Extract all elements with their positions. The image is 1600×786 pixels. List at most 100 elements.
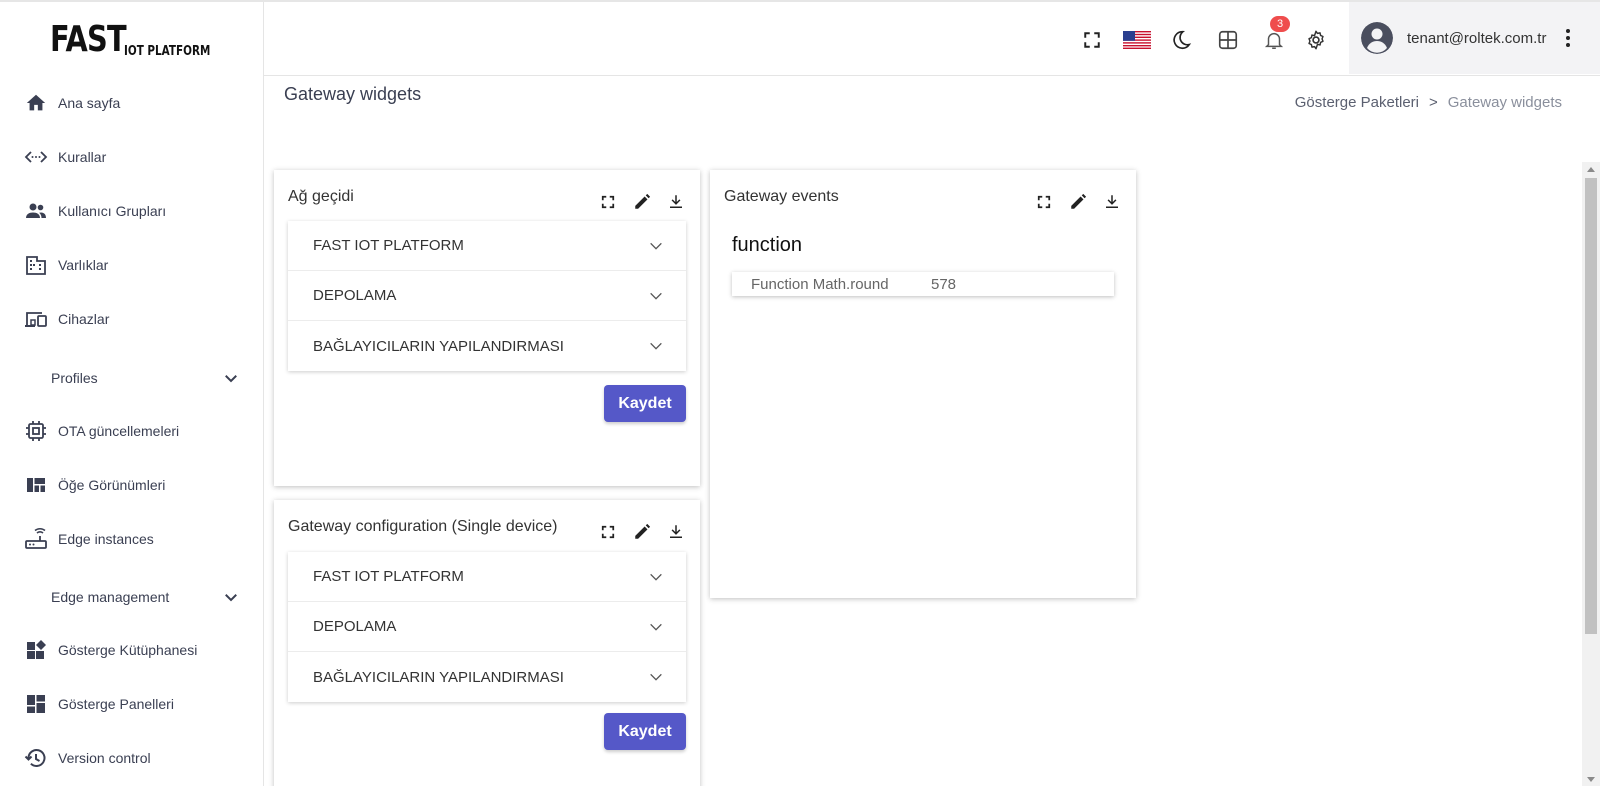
fullscreen-icon[interactable] xyxy=(598,192,618,212)
sidebar-item-label: OTA güncellemeleri xyxy=(58,423,180,439)
fullscreen-icon[interactable] xyxy=(1080,28,1104,52)
accordion-section-label: DEPOLAMA xyxy=(313,618,397,635)
sidebar-item-label: Cihazlar xyxy=(58,311,110,327)
breadcrumb-current: Gateway widgets xyxy=(1447,94,1562,111)
settings-gear-icon[interactable] xyxy=(1304,28,1328,52)
accordion-section-fast-iot[interactable]: FAST IOT PLATFORM xyxy=(288,552,686,602)
sidebar-item-label: Version control xyxy=(58,750,151,766)
sidebar-item-devices[interactable]: Cihazlar xyxy=(0,299,264,339)
widget-toolbar xyxy=(598,192,686,212)
chevron-down-icon xyxy=(650,342,662,350)
top-bar: 3 tenant@roltek.com.tr xyxy=(264,2,1600,76)
view-quilt-icon xyxy=(24,473,48,497)
event-row: Function Math.round 578 xyxy=(732,272,1114,296)
edit-pencil-icon[interactable] xyxy=(632,192,652,212)
dashboard-icon xyxy=(24,692,48,716)
edit-pencil-icon[interactable] xyxy=(1068,192,1088,212)
sidebar-item-dashboards[interactable]: Gösterge Panelleri xyxy=(0,684,264,724)
chevron-down-icon xyxy=(650,673,662,681)
sidebar-item-version-control[interactable]: Version control xyxy=(0,738,264,778)
widget-title: Gateway configuration (Single device) xyxy=(288,518,558,535)
user-group-icon xyxy=(24,199,48,223)
notification-count-badge: 3 xyxy=(1270,16,1290,32)
user-email: tenant@roltek.com.tr xyxy=(1407,29,1547,47)
sidebar-item-widget-library[interactable]: Gösterge Kütüphanesi xyxy=(0,630,264,670)
widgets-icon xyxy=(24,638,48,662)
sidebar-item-label: Varlıklar xyxy=(58,257,109,273)
sidebar-item-user-groups[interactable]: Kullanıcı Grupları xyxy=(0,191,264,231)
chevron-down-icon xyxy=(650,242,662,250)
download-icon[interactable] xyxy=(666,192,686,212)
sidebar-item-label: Ana sayfa xyxy=(58,95,121,111)
accordion-list: FAST IOT PLATFORM DEPOLAMA BAĞLAYICILARI… xyxy=(288,552,686,702)
chip-icon xyxy=(24,419,48,443)
router-icon xyxy=(24,527,48,551)
avatar-icon xyxy=(1361,22,1393,54)
breadcrumb-parent-link[interactable]: Gösterge Paketleri xyxy=(1295,94,1419,111)
widget-gateway-events: Gateway events function Function Math.ro… xyxy=(710,170,1136,598)
sidebar-item-entity-views[interactable]: Öğe Görünümleri xyxy=(0,465,264,505)
breadcrumb: Gösterge Paketleri > Gateway widgets xyxy=(1295,94,1562,111)
logo-text-small: IOT PLATFORM xyxy=(123,44,211,59)
home-icon xyxy=(24,91,48,115)
sidebar-group-edge-management[interactable]: Edge management xyxy=(0,577,264,617)
accordion-section-connectors[interactable]: BAĞLAYICILARIN YAPILANDIRMASI xyxy=(288,321,686,371)
save-button[interactable]: Kaydet xyxy=(604,713,686,750)
page-title: Gateway widgets xyxy=(284,84,422,104)
building-icon xyxy=(24,253,48,277)
sidebar-item-home[interactable]: Ana sayfa xyxy=(0,83,264,123)
widget-title: Gateway events xyxy=(724,188,839,205)
accordion-section-fast-iot[interactable]: FAST IOT PLATFORM xyxy=(288,221,686,271)
fullscreen-icon[interactable] xyxy=(1034,192,1054,212)
chevron-down-icon xyxy=(650,573,662,581)
sidebar-item-label: Kullanıcı Grupları xyxy=(58,203,167,219)
accordion-section-depolama[interactable]: DEPOLAMA xyxy=(288,602,686,652)
sidebar-item-assets[interactable]: Varlıklar xyxy=(0,245,264,285)
user-menu[interactable]: tenant@roltek.com.tr xyxy=(1349,2,1600,74)
accordion-section-label: FAST IOT PLATFORM xyxy=(313,237,464,254)
apps-grid-icon[interactable] xyxy=(1216,28,1240,52)
sidebar-item-label: Edge instances xyxy=(58,531,154,547)
scrollbar-thumb[interactable] xyxy=(1585,178,1597,634)
accordion-section-label: FAST IOT PLATFORM xyxy=(313,568,464,585)
sidebar-item-ota-updates[interactable]: OTA güncellemeleri xyxy=(0,411,264,451)
download-icon[interactable] xyxy=(1102,192,1122,212)
event-value: 578 xyxy=(931,275,957,293)
chevron-down-icon xyxy=(225,594,237,602)
download-icon[interactable] xyxy=(666,522,686,542)
accordion-list: FAST IOT PLATFORM DEPOLAMA BAĞLAYICILARI… xyxy=(288,221,686,371)
sidebar-item-label: Gösterge Panelleri xyxy=(58,696,174,712)
devices-icon xyxy=(24,307,48,331)
more-vert-icon[interactable] xyxy=(1558,26,1578,50)
chevron-down-icon xyxy=(650,623,662,631)
widget-ag-gecidi: Ağ geçidi FAST IOT PLATFORM DEPOLAMA BAĞ… xyxy=(274,170,700,486)
vertical-scrollbar[interactable] xyxy=(1582,162,1600,786)
accordion-section-label: BAĞLAYICILARIN YAPILANDIRMASI xyxy=(313,337,564,355)
scroll-up-arrow-icon[interactable] xyxy=(1586,165,1596,173)
event-key: Function Math.round xyxy=(751,275,889,293)
accordion-section-depolama[interactable]: DEPOLAMA xyxy=(288,271,686,321)
sidebar-group-label: Profiles xyxy=(51,370,98,386)
widget-title: Ağ geçidi xyxy=(288,188,354,205)
edit-pencil-icon[interactable] xyxy=(632,522,652,542)
dark-mode-icon[interactable] xyxy=(1169,28,1193,52)
code-arrows-icon xyxy=(24,145,48,169)
accordion-section-connectors[interactable]: BAĞLAYICILARIN YAPILANDIRMASI xyxy=(288,652,686,702)
sidebar-item-edge-instances[interactable]: Edge instances xyxy=(0,519,264,559)
sidebar: FAST IOT PLATFORM Ana sayfa Kurallar Kul… xyxy=(0,2,264,786)
sidebar-item-rules[interactable]: Kurallar xyxy=(0,137,264,177)
logo-text-big: FAST xyxy=(50,19,127,60)
sidebar-item-label: Kurallar xyxy=(58,149,107,165)
scroll-down-arrow-icon[interactable] xyxy=(1586,776,1596,784)
accordion-section-label: BAĞLAYICILARIN YAPILANDIRMASI xyxy=(313,668,564,686)
chevron-down-icon xyxy=(225,375,237,383)
breadcrumb-separator: > xyxy=(1429,94,1438,111)
fullscreen-icon[interactable] xyxy=(598,522,618,542)
history-icon xyxy=(24,746,48,770)
widget-toolbar xyxy=(1034,192,1122,212)
us-flag-icon[interactable] xyxy=(1122,28,1152,52)
sidebar-group-profiles[interactable]: Profiles xyxy=(0,358,264,398)
save-button[interactable]: Kaydet xyxy=(604,385,686,422)
logo[interactable]: FAST IOT PLATFORM xyxy=(0,2,263,76)
event-type-heading: function xyxy=(732,234,803,256)
